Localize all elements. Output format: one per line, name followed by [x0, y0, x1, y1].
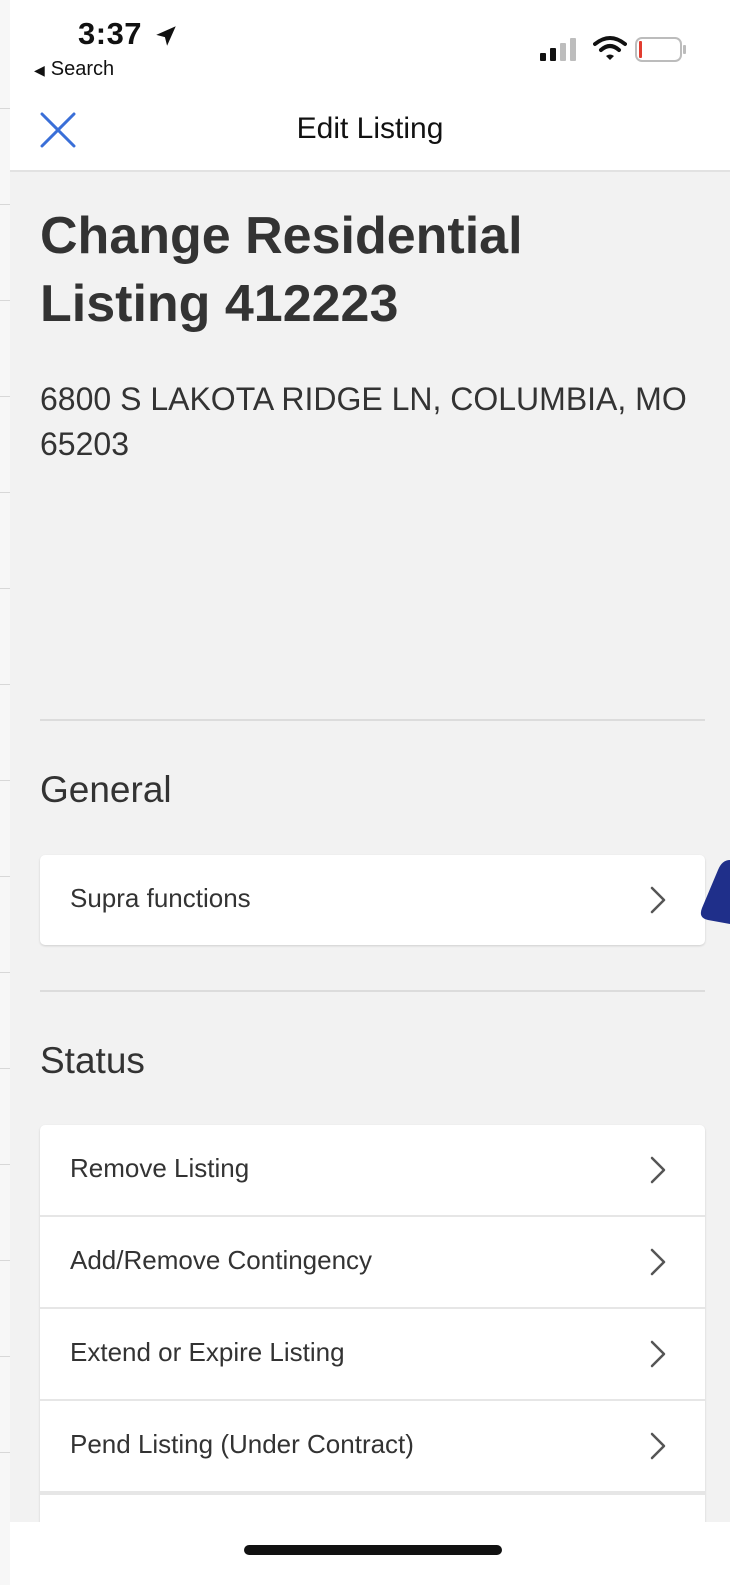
remove-listing-row[interactable]: Remove Listing	[40, 1125, 705, 1217]
home-indicator-area	[10, 1522, 730, 1585]
section-divider	[40, 990, 705, 992]
row-label: Add/Remove Contingency	[70, 1245, 373, 1275]
back-search-label: Search	[50, 58, 115, 80]
pend-listing-row[interactable]: Pend Listing (Under Contract)	[40, 1401, 705, 1493]
row-label: Supra functions	[70, 883, 251, 913]
chevron-right-icon	[650, 1156, 666, 1184]
home-indicator[interactable]	[244, 1545, 502, 1555]
listing-content: Change Residential Listing 412223 6800 S…	[10, 172, 730, 1555]
back-to-search-link[interactable]: ◀ Search	[34, 58, 114, 81]
chevron-right-icon	[650, 1340, 666, 1368]
annotation-pointer-icon	[700, 860, 730, 924]
chevron-right-icon	[650, 886, 666, 914]
left-margin-strip	[0, 0, 10, 1585]
navigation-bar: Edit Listing	[10, 92, 730, 172]
nav-title: Edit Listing	[296, 112, 444, 145]
battery-icon	[635, 37, 686, 62]
wifi-icon	[593, 36, 627, 60]
status-time: 3:37	[78, 16, 179, 52]
listing-address: 6800 S LAKOTA RIDGE LN, COLUMBIA, MO 652…	[40, 381, 687, 462]
app-screen: 3:37 ◀ Search Edit Listing Change Residen…	[10, 0, 730, 1585]
location-arrow-icon	[156, 26, 176, 46]
row-label: Extend or Expire Listing	[70, 1337, 345, 1367]
row-label: Remove Listing	[70, 1153, 250, 1183]
chevron-right-icon	[650, 1248, 666, 1276]
add-remove-contingency-row[interactable]: Add/Remove Contingency	[40, 1217, 705, 1309]
status-card: Remove Listing Add/Remove Contingency Ex…	[40, 1125, 705, 1555]
section-divider	[40, 719, 705, 721]
extend-or-expire-listing-row[interactable]: Extend or Expire Listing	[40, 1309, 705, 1401]
chevron-right-icon	[650, 1432, 666, 1460]
back-triangle-icon: ◀	[34, 62, 45, 78]
section-title-general: General	[40, 769, 172, 810]
general-card: Supra functions	[40, 855, 705, 945]
page-title: Change Residential Listing 412223	[40, 207, 523, 333]
supra-functions-row[interactable]: Supra functions	[40, 855, 705, 945]
row-label: Pend Listing (Under Contract)	[70, 1429, 414, 1459]
status-time-text: 3:37	[78, 16, 143, 51]
section-title-status: Status	[40, 1040, 145, 1081]
signal-icon	[540, 38, 576, 61]
